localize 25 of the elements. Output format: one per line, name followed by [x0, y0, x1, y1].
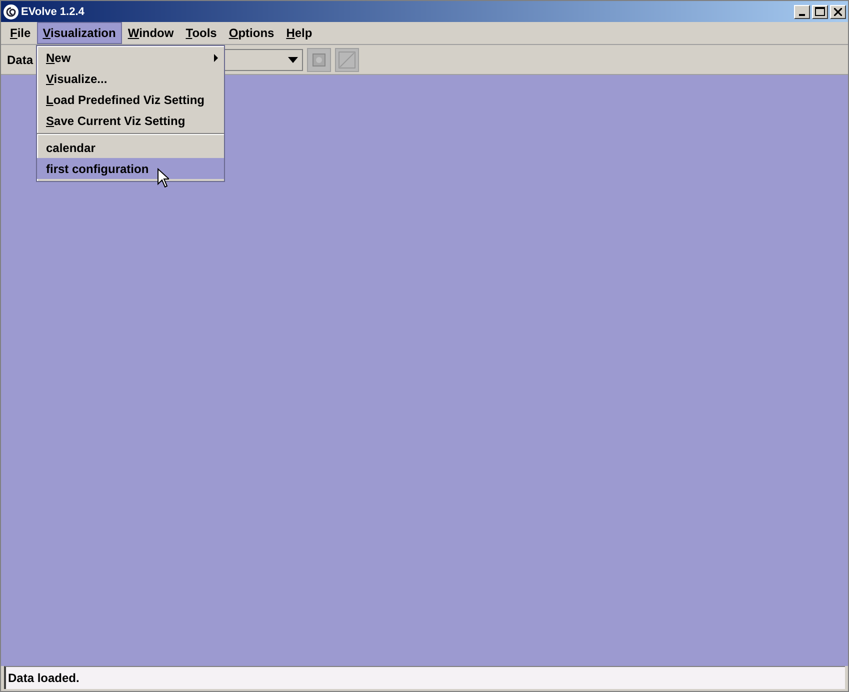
- menu-item[interactable]: Visualize...: [37, 68, 224, 89]
- caret-icon: [288, 56, 298, 62]
- menu-tab[interactable]: Visualization: [36, 22, 122, 44]
- menu-tab[interactable]: Options: [222, 22, 280, 44]
- swirl-logo-icon: [3, 4, 19, 20]
- close-icon: [834, 8, 842, 16]
- window-title: EVolve 1.2.4: [21, 6, 86, 18]
- chart-icon: [337, 50, 358, 70]
- status-text: Data loaded.: [8, 671, 80, 685]
- maximize-button[interactable]: [812, 4, 828, 18]
- maximize-icon: [815, 7, 825, 16]
- menu-item[interactable]: Save Current Viz Setting: [37, 110, 224, 131]
- minimize-icon: [799, 14, 805, 16]
- menu-item[interactable]: New: [37, 47, 224, 68]
- close-button[interactable]: [830, 4, 846, 18]
- menu-tab[interactable]: Window: [122, 22, 180, 44]
- menu-tab[interactable]: Help: [280, 22, 318, 44]
- menu-tab[interactable]: Tools: [180, 22, 223, 44]
- menu-item[interactable]: Load Predefined Viz Setting: [37, 89, 224, 110]
- minimize-button[interactable]: [794, 4, 810, 18]
- menu-tab[interactable]: File: [4, 22, 37, 44]
- mouse-cursor-icon: [157, 168, 169, 188]
- data-label: Data: [7, 52, 34, 66]
- menu-item[interactable]: calendar: [37, 137, 224, 158]
- submenu-arrow-icon: [214, 54, 218, 62]
